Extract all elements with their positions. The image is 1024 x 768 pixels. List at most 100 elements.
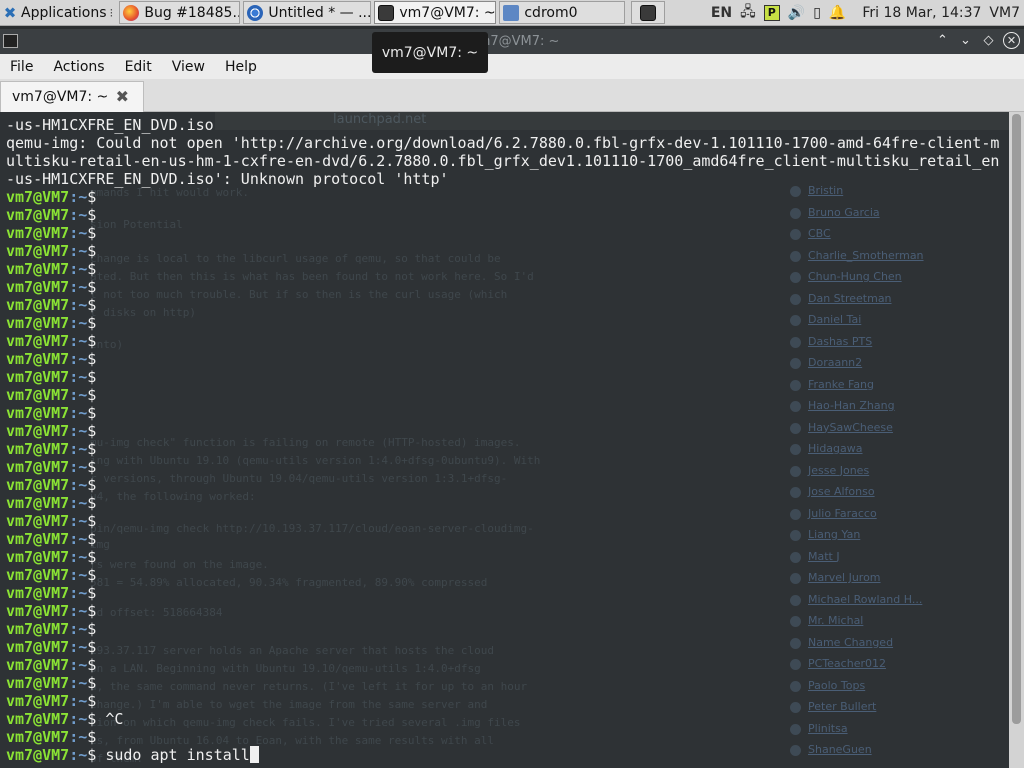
menu-actions[interactable]: Actions (43, 59, 114, 75)
prompt-user: vm7@VM7 (6, 566, 70, 584)
taskbar-item-extra[interactable] (631, 1, 666, 24)
prompt-user: vm7@VM7 (6, 260, 70, 278)
taskbar-item-label: cdrom0 (524, 4, 578, 21)
taskbar-item-chrome[interactable]: Untitled * — ... (243, 1, 372, 24)
prompt-symbol: $ (87, 476, 97, 494)
terminal-prompt-line: vm7@VM7:~$ (6, 368, 1006, 386)
menu-edit[interactable]: Edit (115, 59, 162, 75)
menu-view[interactable]: View (162, 59, 215, 75)
prompt-path: :~ (69, 440, 88, 458)
prompt-symbol: $ (87, 746, 97, 764)
network-icon[interactable]: 🖧 (740, 1, 756, 25)
prompt-symbol: $ (87, 692, 97, 710)
terminal-prompt-line: vm7@VM7:~$ (6, 692, 1006, 710)
menu-file[interactable]: File (0, 59, 43, 75)
parcellite-icon[interactable]: P (763, 4, 780, 21)
terminal-prompt-line: vm7@VM7:~$ (6, 584, 1006, 602)
terminal-prompt-line: vm7@VM7:~$ (6, 242, 1006, 260)
terminal-prompt-line: vm7@VM7:~$ (6, 602, 1006, 620)
prompt-path: :~ (69, 278, 88, 296)
prompt-user: vm7@VM7 (6, 746, 70, 764)
window-titlebar[interactable]: vm7@VM7: ~ ⌃ ⌄ ◇ ✕ (0, 29, 1024, 54)
terminal-prompt-line: vm7@VM7:~$ (6, 332, 1006, 350)
terminal-output: -us-HM1CXFRE_EN_DVD.iso qemu-img: Could n… (6, 116, 1006, 764)
prompt-symbol: $ (87, 728, 97, 746)
taskbar-item-label: vm7@VM7: ~ (399, 4, 496, 21)
prompt-path: :~ (69, 206, 88, 224)
battery-icon[interactable]: ▯ (813, 5, 821, 21)
prompt-user: vm7@VM7 (6, 224, 70, 242)
terminal-prompt-line: vm7@VM7:~$ (6, 638, 1006, 656)
prompt-user: vm7@VM7 (6, 422, 70, 440)
prompt-user: vm7@VM7 (6, 620, 70, 638)
prompt-user: vm7@VM7 (6, 494, 70, 512)
terminal-prompt-line: vm7@VM7:~$ (6, 296, 1006, 314)
user-menu[interactable]: VM7 (989, 5, 1020, 21)
prompt-user: vm7@VM7 (6, 692, 70, 710)
volume-icon[interactable]: 🔊 (788, 5, 805, 21)
prompt-user: vm7@VM7 (6, 638, 70, 656)
close-window-icon[interactable]: ✕ (1003, 32, 1020, 49)
prompt-command: ^C (105, 710, 124, 728)
prompt-path: :~ (69, 746, 88, 764)
terminal-prompt-line: vm7@VM7:~$ (6, 206, 1006, 224)
keyboard-layout-indicator[interactable]: EN (711, 5, 732, 21)
prompt-path: :~ (69, 584, 88, 602)
terminal-area[interactable]: launchpad.net mmands I hit would work. si… (0, 112, 1009, 768)
taskbar-item-firefox[interactable]: Bug #18485... (119, 1, 241, 24)
prompt-path: :~ (69, 332, 88, 350)
prompt-symbol: $ (87, 620, 97, 638)
prompt-path: :~ (69, 674, 88, 692)
terminal-prompt-line: vm7@VM7:~$ (6, 458, 1006, 476)
prompt-user: vm7@VM7 (6, 602, 70, 620)
prompt-user: vm7@VM7 (6, 314, 70, 332)
prompt-path: :~ (69, 602, 88, 620)
terminal-prompt-line: vm7@VM7:~$ (6, 512, 1006, 530)
terminal-output-line: ultisku-retail-en-us-hm-1-cxfre-en-dvd/6… (6, 152, 1000, 170)
prompt-user: vm7@VM7 (6, 242, 70, 260)
clock[interactable]: Fri 18 Mar, 14:37 (862, 5, 981, 21)
terminal-prompt-line: vm7@VM7:~$ (6, 350, 1006, 368)
taskbar-item-terminal[interactable]: vm7@VM7: ~ (374, 1, 497, 24)
close-tab-icon[interactable]: ✖ (116, 87, 129, 106)
terminal-output-line: -us-HM1CXFRE_EN_DVD.iso (6, 116, 214, 134)
prompt-symbol: $ (87, 710, 97, 728)
shade-window-icon[interactable]: ⌃ (934, 32, 951, 49)
prompt-path: :~ (69, 188, 88, 206)
minimize-window-icon[interactable]: ⌄ (957, 32, 974, 49)
prompt-path: :~ (69, 368, 88, 386)
prompt-symbol: $ (87, 494, 97, 512)
prompt-user: vm7@VM7 (6, 476, 70, 494)
prompt-command: sudo apt install (105, 746, 250, 764)
terminal-output-line: qemu-img: Could not open 'http://archive… (6, 134, 1000, 152)
prompt-path: :~ (69, 224, 88, 242)
prompt-symbol: $ (87, 296, 97, 314)
prompt-path: :~ (69, 242, 88, 260)
menu-help[interactable]: Help (215, 59, 267, 75)
prompt-symbol: $ (87, 530, 97, 548)
terminal-scrollbar[interactable] (1009, 112, 1024, 768)
taskbar-tooltip: vm7@VM7: ~ (372, 32, 488, 73)
prompt-path: :~ (69, 638, 88, 656)
taskbar-item-cdrom[interactable]: cdrom0 (499, 1, 626, 24)
terminal-output-line: -us-HM1CXFRE_EN_DVD.iso': Unknown protoc… (6, 170, 449, 188)
prompt-path: :~ (69, 494, 88, 512)
prompt-symbol: $ (87, 314, 97, 332)
scrollbar-thumb[interactable] (1012, 114, 1021, 724)
applications-menu[interactable]: ✖ Applications ⁝ (0, 0, 116, 26)
menubar: File Actions Edit View Help (0, 54, 1024, 79)
top-panel: ✖ Applications ⁝ Bug #18485... Untitled … (0, 0, 1024, 26)
terminal-prompt-line: vm7@VM7:~$ (6, 566, 1006, 584)
prompt-path: :~ (69, 422, 88, 440)
prompt-path: :~ (69, 566, 88, 584)
terminal-tab[interactable]: vm7@VM7: ~ ✖ (0, 81, 144, 112)
maximize-window-icon[interactable]: ◇ (980, 32, 997, 49)
notification-bell-icon[interactable]: 🔔 (829, 5, 846, 21)
prompt-path: :~ (69, 512, 88, 530)
terminal-prompt-line: vm7@VM7:~$ (6, 728, 1006, 746)
prompt-symbol: $ (87, 386, 97, 404)
prompt-path: :~ (69, 620, 88, 638)
window-menu-icon[interactable] (3, 34, 18, 48)
prompt-symbol: $ (87, 548, 97, 566)
prompt-user: vm7@VM7 (6, 296, 70, 314)
